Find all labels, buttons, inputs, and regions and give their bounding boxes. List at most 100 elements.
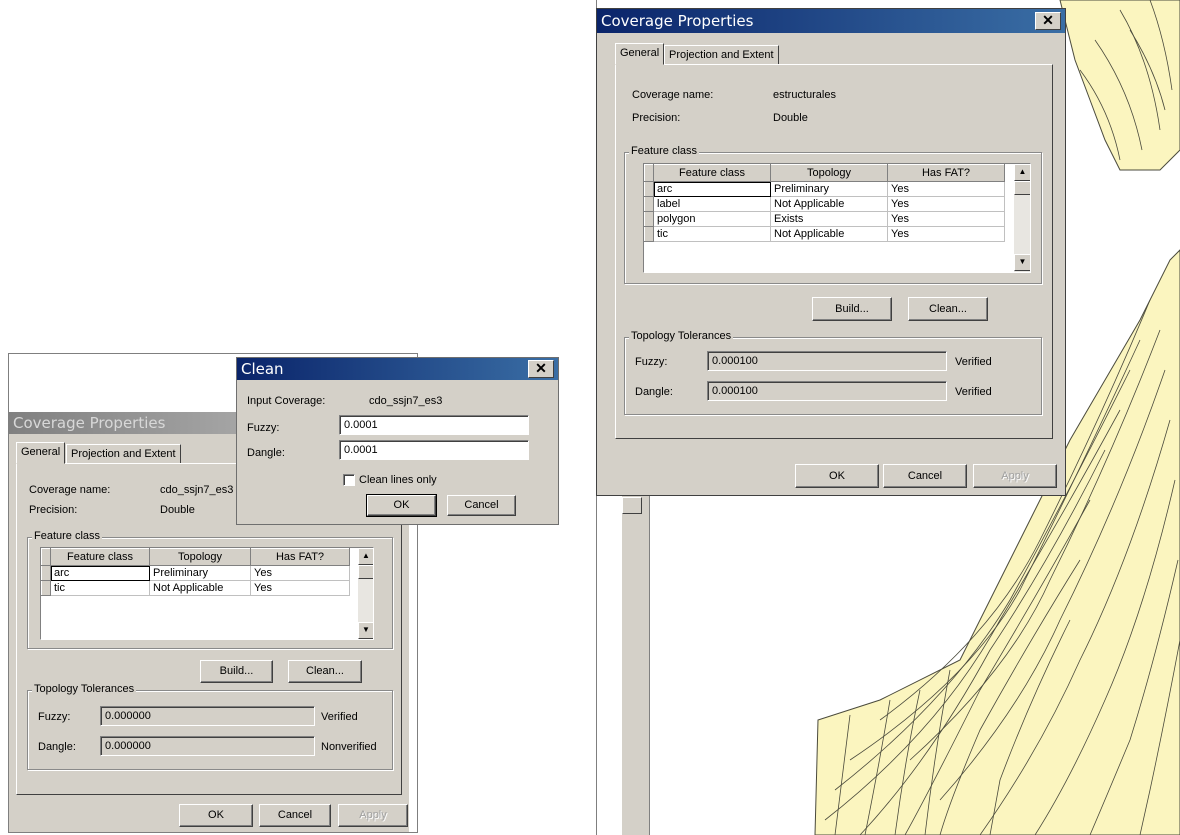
cell-topology[interactable]: Not Applicable xyxy=(770,226,888,242)
precision-label: Precision: xyxy=(29,504,78,516)
dangle-status: Nonverified xyxy=(321,741,377,753)
cell-has-fat[interactable]: Yes xyxy=(250,580,350,596)
cancel-button[interactable]: Cancel xyxy=(259,804,331,827)
row-selector[interactable] xyxy=(644,226,654,242)
frame-scroll-button[interactable] xyxy=(622,497,642,514)
row-selector[interactable] xyxy=(644,211,654,227)
topology-tolerances-group: Topology Tolerances Fuzzy: 0.000000 Veri… xyxy=(27,683,393,770)
topology-tolerances-group: Topology Tolerances Fuzzy: 0.000100 Veri… xyxy=(624,330,1042,415)
precision-value: Double xyxy=(773,112,808,124)
scroll-thumb[interactable] xyxy=(358,565,373,579)
dangle-tolerance-field: 0.000100 xyxy=(707,381,947,401)
build-button[interactable]: Build... xyxy=(812,297,892,321)
tab-general[interactable]: General xyxy=(615,43,665,65)
feature-class-group: Feature class Feature class Topology Has… xyxy=(27,530,393,649)
feature-class-group: Feature class Feature class Topology Has… xyxy=(624,145,1042,284)
column-header-topology[interactable]: Topology xyxy=(770,164,888,182)
coverage-name-value: estructurales xyxy=(773,89,836,101)
tab-projection-extent[interactable]: Projection and Extent xyxy=(664,45,779,65)
row-selector[interactable] xyxy=(41,580,51,596)
cancel-button[interactable]: Cancel xyxy=(883,464,967,488)
cell-feature-class[interactable]: tic xyxy=(653,226,771,242)
grid-vertical-scrollbar[interactable]: ▲ ▼ xyxy=(1014,164,1030,272)
cell-topology[interactable]: Not Applicable xyxy=(149,580,251,596)
clean-button[interactable]: Clean... xyxy=(288,660,362,683)
grid-header-row: Feature class Topology Has FAT? xyxy=(644,164,1005,182)
cell-has-fat[interactable]: Yes xyxy=(250,565,350,581)
apply-button: Apply xyxy=(338,804,408,827)
dangle-label: Dangle: xyxy=(635,386,673,398)
general-tab-panel: Coverage name: estructurales Precision: … xyxy=(615,64,1053,439)
coverage-name-label: Coverage name: xyxy=(29,484,111,496)
cell-topology[interactable]: Not Applicable xyxy=(770,196,888,212)
feature-class-grid: Feature class Topology Has FAT? arc Prel… xyxy=(643,163,1031,273)
dangle-status: Verified xyxy=(955,386,992,398)
cell-topology[interactable]: Exists xyxy=(770,211,888,227)
build-button[interactable]: Build... xyxy=(200,660,273,683)
column-header-topology[interactable]: Topology xyxy=(149,548,251,566)
table-row[interactable]: label Not Applicable Yes xyxy=(644,196,1005,212)
clean-fuzzy-label: Fuzzy: xyxy=(247,422,280,434)
dangle-label: Dangle: xyxy=(38,741,76,753)
coverage-name-label: Coverage name: xyxy=(632,89,714,101)
fuzzy-label: Fuzzy: xyxy=(38,711,71,723)
tab-projection-extent[interactable]: Projection and Extent xyxy=(66,444,181,464)
column-header-feature-class[interactable]: Feature class xyxy=(50,548,150,566)
row-header-corner xyxy=(644,164,654,182)
cell-has-fat[interactable]: Yes xyxy=(887,211,1005,227)
row-selector[interactable] xyxy=(644,196,654,212)
clean-dangle-input[interactable]: 0.0001 xyxy=(339,440,529,460)
grid-vertical-scrollbar[interactable]: ▲ ▼ xyxy=(358,548,373,639)
close-icon[interactable]: ✕ xyxy=(1035,12,1061,30)
cell-has-fat[interactable]: Yes xyxy=(887,226,1005,242)
clean-ok-button[interactable]: OK xyxy=(366,494,437,517)
feature-class-group-title: Feature class xyxy=(32,530,103,542)
table-row[interactable]: arc Preliminary Yes xyxy=(644,181,1005,197)
table-row[interactable]: tic Not Applicable Yes xyxy=(41,580,350,596)
close-icon[interactable]: ✕ xyxy=(528,360,554,378)
fuzzy-tolerance-field: 0.000100 xyxy=(707,351,947,371)
table-row[interactable]: tic Not Applicable Yes xyxy=(644,226,1005,242)
cell-feature-class[interactable]: arc xyxy=(50,565,150,581)
scroll-down-button[interactable]: ▼ xyxy=(358,622,373,639)
scroll-down-button[interactable]: ▼ xyxy=(1014,254,1030,271)
coverage-name-value: cdo_ssjn7_es3 xyxy=(160,484,234,496)
clean-dialog-title: Clean xyxy=(237,358,558,380)
row-selector[interactable] xyxy=(41,565,51,581)
table-row[interactable]: polygon Exists Yes xyxy=(644,211,1005,227)
column-header-has-fat[interactable]: Has FAT? xyxy=(250,548,350,566)
grid-header-row: Feature class Topology Has FAT? xyxy=(41,548,350,566)
cell-feature-class[interactable]: arc xyxy=(653,181,771,197)
cell-feature-class[interactable]: polygon xyxy=(653,211,771,227)
ok-button[interactable]: OK xyxy=(179,804,253,827)
input-coverage-value: cdo_ssjn7_es3 xyxy=(369,395,443,407)
column-header-has-fat[interactable]: Has FAT? xyxy=(887,164,1005,182)
cell-topology[interactable]: Preliminary xyxy=(149,565,251,581)
cell-feature-class[interactable]: tic xyxy=(50,580,150,596)
precision-value: Double xyxy=(160,504,195,516)
coverage-properties-dialog-right: Coverage Properties ✕ General Projection… xyxy=(596,8,1066,496)
scroll-up-button[interactable]: ▲ xyxy=(1014,164,1030,181)
ok-button[interactable]: OK xyxy=(795,464,879,488)
row-selector[interactable] xyxy=(644,181,654,197)
apply-button: Apply xyxy=(973,464,1057,488)
feature-class-grid: Feature class Topology Has FAT? arc Prel… xyxy=(40,547,374,640)
input-coverage-label: Input Coverage: xyxy=(247,395,326,407)
fuzzy-status: Verified xyxy=(955,356,992,368)
cell-feature-class[interactable]: label xyxy=(653,196,771,212)
clean-fuzzy-input[interactable]: 0.0001 xyxy=(339,415,529,435)
clean-dangle-label: Dangle: xyxy=(247,447,285,459)
scroll-up-button[interactable]: ▲ xyxy=(358,548,373,565)
clean-cancel-button[interactable]: Cancel xyxy=(447,495,516,516)
table-row[interactable]: arc Preliminary Yes xyxy=(41,565,350,581)
clean-lines-only-checkbox[interactable] xyxy=(343,474,355,486)
cell-topology[interactable]: Preliminary xyxy=(770,181,888,197)
scroll-thumb[interactable] xyxy=(1014,181,1030,195)
cell-has-fat[interactable]: Yes xyxy=(887,181,1005,197)
column-header-feature-class[interactable]: Feature class xyxy=(653,164,771,182)
fuzzy-status: Verified xyxy=(321,711,358,723)
topology-tolerances-title: Topology Tolerances xyxy=(629,330,734,342)
clean-button[interactable]: Clean... xyxy=(908,297,988,321)
cell-has-fat[interactable]: Yes xyxy=(887,196,1005,212)
tab-general[interactable]: General xyxy=(16,442,66,464)
